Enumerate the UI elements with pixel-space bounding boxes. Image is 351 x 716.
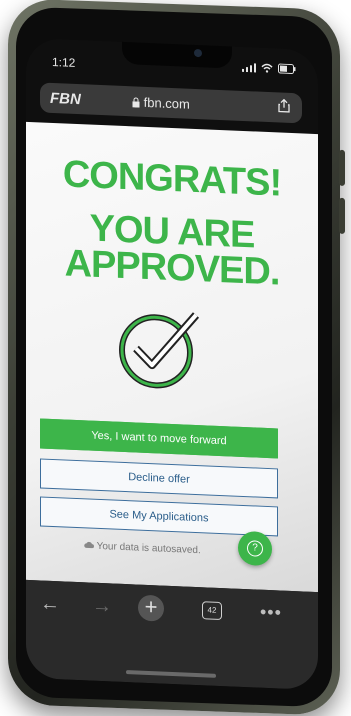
volume-up-button [339, 149, 345, 186]
help-icon: ? [247, 540, 263, 557]
status-icons [242, 62, 296, 75]
see-applications-button[interactable]: See My Applications [40, 496, 278, 537]
forward-icon[interactable]: → [92, 595, 112, 619]
home-indicator[interactable] [126, 670, 216, 678]
more-icon[interactable]: ••• [260, 602, 282, 624]
subheadline: YOU ARE APPROVED. [64, 207, 280, 294]
page-content: CONGRATS! YOU ARE APPROVED. Yes, I want … [26, 121, 318, 593]
url-text[interactable]: fbn.com [132, 94, 190, 112]
volume-down-button [339, 197, 345, 234]
move-forward-button[interactable]: Yes, I want to move forward [40, 418, 278, 459]
fbn-logo: FBN [50, 89, 81, 109]
wifi-icon [261, 63, 273, 73]
tab-count-button[interactable]: 42 [202, 601, 222, 621]
autosave-note: Your data is autosaved. [84, 540, 201, 556]
browser-toolbar: ← → + 42 ••• [26, 579, 318, 691]
address-bar[interactable]: FBN fbn.com [40, 82, 302, 124]
status-time: 1:12 [52, 54, 76, 70]
phone-screen: 1:12 FBN fbn.com CONGRATS! YOU ARE APPRO… [26, 37, 318, 691]
signal-icon [242, 63, 256, 73]
url-label: fbn.com [143, 94, 190, 112]
cloud-icon [84, 541, 94, 549]
new-tab-icon[interactable]: + [138, 594, 164, 622]
back-icon[interactable]: ← [40, 592, 60, 616]
battery-icon [278, 63, 296, 75]
approved-check-icon [119, 312, 200, 389]
camera-icon [194, 48, 202, 58]
headline: CONGRATS! [62, 153, 282, 205]
decline-offer-button[interactable]: Decline offer [40, 458, 278, 499]
help-button[interactable]: ? [238, 530, 272, 567]
autosave-text: Your data is autosaved. [96, 540, 201, 557]
share-icon[interactable] [278, 98, 290, 113]
lock-icon [132, 97, 140, 108]
